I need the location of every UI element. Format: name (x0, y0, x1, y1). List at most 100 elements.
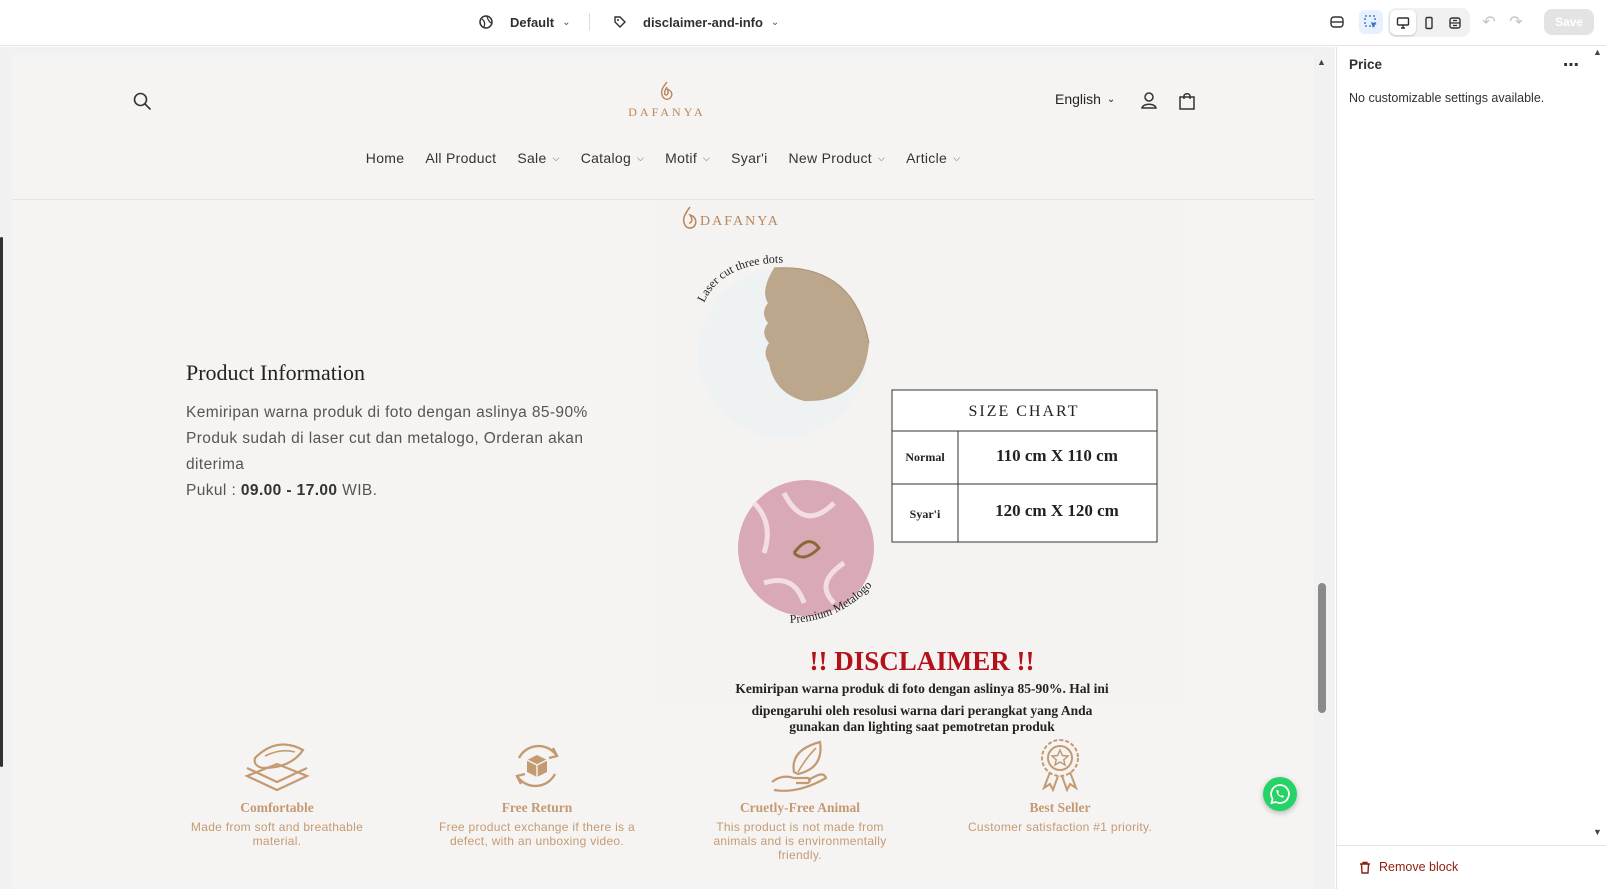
scroll-up-icon[interactable]: ▲ (1317, 57, 1326, 67)
product-image: DAFANYA Laser cut three dots Premium Met… (654, 203, 1184, 703)
mobile-view-icon[interactable] (1416, 10, 1442, 35)
feature-desc: This product is not made from animals an… (713, 820, 887, 862)
feature-title: Comfortable (240, 800, 314, 815)
theme-selector[interactable]: Default ⌄ (478, 11, 570, 33)
theme-globe-icon (479, 15, 493, 29)
disclaimer-title: !! DISCLAIMER !! (810, 646, 1035, 676)
size-chart: SIZE CHART Normal 110 cm X 110 cm Syar'i… (891, 389, 1158, 543)
search-icon[interactable] (132, 91, 152, 116)
size-row-syari-value: 120 cm X 120 cm (995, 501, 1119, 520)
fullwidth-view-icon[interactable] (1442, 10, 1468, 35)
store-logo[interactable]: DAFANYA (617, 81, 717, 120)
size-row-normal-value: 110 cm X 110 cm (996, 446, 1118, 465)
size-row-normal-name: Normal (905, 450, 945, 464)
nav-new-product[interactable]: New Product ⌵ (778, 150, 896, 166)
nav-all-product[interactable]: All Product (415, 150, 507, 166)
settings-panel: Price ⋯ No customizable settings availab… (1336, 47, 1606, 889)
scrollbar-thumb[interactable] (1318, 583, 1326, 713)
nav-syari[interactable]: Syar'i (721, 150, 778, 166)
device-toggle-group (1388, 8, 1470, 37)
nav-home[interactable]: Home (355, 150, 415, 166)
leaf-hand-icon (695, 728, 905, 794)
logo-text: DAFANYA (628, 105, 706, 119)
template-selector[interactable]: disclaimer-and-info ⌄ (613, 11, 779, 33)
redo-icon[interactable]: ↷ (1504, 10, 1528, 34)
account-icon[interactable] (1139, 90, 1159, 115)
nav-article[interactable]: Article ⌵ (896, 150, 971, 166)
feature-desc: Free product exchange if there is a defe… (439, 820, 635, 848)
scroll-up-icon[interactable]: ▲ (1593, 47, 1602, 57)
chevron-down-icon: ⌵ (637, 152, 645, 163)
disclaimer-line-1: Kemiripan warna produk di foto dengan as… (735, 681, 1109, 696)
main-nav: Home All Product Sale ⌵ Catalog ⌵ Motif ⌵ S… (12, 150, 1314, 166)
feature-best-seller: Best Seller Customer satisfaction #1 pri… (955, 728, 1165, 834)
remove-block-button[interactable]: Remove block (1359, 860, 1458, 874)
chevron-down-icon: ⌵ (703, 152, 711, 163)
preview-scrollbar[interactable]: ▲ (1315, 55, 1329, 889)
trash-icon (1360, 861, 1370, 874)
hours-value: 09.00 - 17.00 (240, 482, 338, 499)
product-info-line-1: Kemiripan warna produk di foto dengan as… (186, 404, 588, 421)
nav-home-label: Home (365, 150, 405, 166)
nav-catalog-label: Catalog (580, 150, 632, 166)
save-button[interactable]: Save (1544, 9, 1594, 35)
hours-prefix: Pukul : (186, 482, 241, 499)
nav-article-label: Article (906, 150, 948, 166)
disclaimer-line-2: dipengaruhi oleh resolusi warna dari per… (751, 703, 1093, 718)
cart-icon[interactable] (1176, 90, 1198, 117)
feature-title: Cruetly-Free Animal (739, 800, 861, 815)
return-box-icon (432, 728, 642, 794)
image-logo-text: DAFANYA (700, 214, 780, 229)
whatsapp-chat-icon[interactable] (1263, 777, 1297, 811)
feature-desc: Made from soft and breathable material. (190, 820, 364, 848)
feature-title: Free Return (501, 800, 573, 815)
panel-scrollbar[interactable]: ▲ ▼ (1591, 47, 1605, 847)
award-badge-icon (955, 728, 1165, 794)
inspector-icon[interactable] (1325, 10, 1349, 34)
chevron-down-icon: ⌵ (877, 152, 886, 163)
template-label: disclaimer-and-info (643, 14, 763, 30)
nav-all-product-label: All Product (425, 150, 497, 166)
editor-topbar: Default ⌄ disclaimer-and-info ⌄ ↶ ↷ Save (0, 0, 1606, 46)
scroll-down-icon[interactable]: ▼ (1593, 827, 1602, 837)
theme-label: Default (510, 14, 555, 30)
size-row-syari-name: Syar'i (910, 507, 941, 521)
features-row: Comfortable Made from soft and breathabl… (172, 728, 1172, 888)
topbar-divider (589, 13, 590, 31)
panel-title: Price (1349, 57, 1383, 72)
product-information: Product Information Kemiripan warna prod… (186, 360, 606, 504)
chevron-down-icon: ⌄ (562, 16, 571, 28)
feature-title: Best Seller (1029, 800, 1091, 815)
panel-message: No customizable settings available. (1349, 91, 1545, 105)
feature-desc: Customer satisfaction #1 priority. (967, 820, 1153, 834)
product-info-heading: Product Information (186, 360, 366, 385)
nav-catalog[interactable]: Catalog ⌵ (570, 150, 654, 166)
nav-syari-label: Syar'i (731, 150, 768, 166)
fabric-icon (172, 728, 382, 794)
chevron-down-icon: ⌄ (1106, 93, 1116, 105)
feature-cruelty-free: Cruetly-Free Animal This product is not … (695, 728, 905, 862)
chevron-down-icon: ⌵ (953, 152, 961, 163)
desktop-view-icon[interactable] (1390, 10, 1416, 35)
undo-icon[interactable]: ↶ (1477, 10, 1501, 34)
left-rail (0, 237, 3, 767)
feature-comfortable: Comfortable Made from soft and breathabl… (172, 728, 382, 848)
remove-block-label: Remove block (1379, 860, 1459, 874)
hours-suffix: WIB. (337, 482, 378, 499)
nav-motif[interactable]: Motif ⌵ (655, 150, 721, 166)
language-selector[interactable]: English ⌄ (1055, 91, 1115, 107)
product-info-line-2: Produk sudah di laser cut dan metalogo, … (186, 430, 584, 473)
nav-motif-label: Motif (665, 150, 698, 166)
nav-sale[interactable]: Sale ⌵ (507, 150, 570, 166)
size-chart-title: SIZE CHART (968, 403, 1079, 420)
more-options-icon[interactable]: ⋯ (1563, 55, 1580, 75)
product-info-line-3: Pukul : 09.00 - 17.00 WIB. (186, 478, 606, 504)
preview-area: DAFANYA English ⌄ Home All Product Sale ⌵… (0, 47, 1335, 889)
feature-free-return: Free Return Free product exchange if the… (432, 728, 642, 848)
store-preview: DAFANYA English ⌄ Home All Product Sale ⌵… (12, 55, 1314, 889)
store-header: DAFANYA English ⌄ Home All Product Sale ⌵… (12, 55, 1314, 200)
select-element-icon[interactable] (1359, 10, 1383, 34)
flame-logo-icon (660, 81, 673, 100)
chevron-down-icon: ⌄ (770, 16, 780, 28)
chevron-down-icon: ⌵ (552, 152, 560, 163)
